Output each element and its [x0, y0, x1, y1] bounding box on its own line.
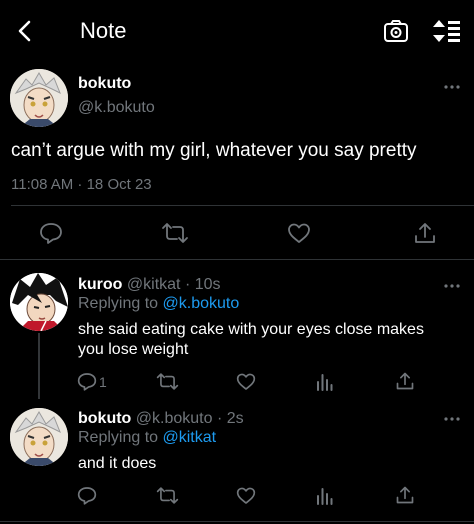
retweet-icon[interactable]	[156, 486, 179, 505]
more-options-icon[interactable]	[442, 414, 464, 424]
share-icon[interactable]	[395, 371, 415, 391]
reply-author-name[interactable]: kuroo	[78, 276, 122, 293]
like-icon[interactable]	[287, 222, 311, 244]
replying-to-link[interactable]: @k.bokuto	[163, 295, 240, 312]
analytics-icon[interactable]	[316, 486, 334, 505]
reply-author-handle[interactable]: @kitkat	[127, 276, 181, 293]
page-title: Note	[80, 18, 127, 43]
retweet-icon[interactable]	[161, 222, 189, 244]
reply-text-line-1: she said eating cake with your eyes clos…	[78, 321, 424, 338]
reply-author-handle[interactable]: @k.bokuto	[136, 410, 213, 427]
reply-text: and it does	[78, 455, 157, 472]
replying-to-line: Replying to @k.bokuto	[78, 295, 239, 313]
reply-icon[interactable]	[77, 486, 97, 505]
sort-icon[interactable]	[432, 18, 462, 44]
share-icon[interactable]	[395, 485, 415, 505]
replying-to-label: Replying to	[78, 295, 159, 312]
divider	[0, 521, 474, 522]
avatar[interactable]	[10, 408, 68, 466]
reply-count: 1	[99, 374, 107, 390]
avatar[interactable]	[10, 273, 68, 331]
back-icon[interactable]	[12, 18, 38, 44]
avatar[interactable]	[10, 69, 68, 127]
camera-icon[interactable]	[383, 19, 409, 43]
replying-to-link[interactable]: @kitkat	[163, 429, 217, 446]
replying-to-label: Replying to	[78, 429, 159, 446]
author-handle[interactable]: @k.bokuto	[78, 99, 155, 117]
share-icon[interactable]	[413, 221, 437, 245]
more-options-icon[interactable]	[442, 82, 464, 92]
divider	[0, 259, 474, 260]
divider	[11, 205, 474, 206]
retweet-icon[interactable]	[156, 372, 179, 391]
like-icon[interactable]	[236, 486, 256, 505]
analytics-icon[interactable]	[316, 372, 334, 391]
reply-text-line-2: you lose weight	[78, 341, 189, 358]
more-options-icon[interactable]	[442, 281, 464, 291]
replying-to-line: Replying to @kitkat	[78, 429, 216, 447]
reply-icon[interactable]	[77, 372, 97, 391]
tweet-timestamp: 11:08 AM · 18 Oct 23	[11, 176, 152, 193]
reply-icon[interactable]	[39, 222, 63, 244]
reply-author-name[interactable]: bokuto	[78, 410, 131, 427]
like-icon[interactable]	[236, 372, 256, 391]
tweet-text: can’t argue with my girl, whatever you s…	[11, 140, 417, 161]
author-display-name[interactable]: bokuto	[78, 75, 131, 93]
thread-connector-line	[38, 333, 40, 399]
reply-time: · 2s	[216, 410, 244, 427]
reply-time: · 10s	[184, 276, 221, 293]
reply-header: bokuto @k.bokuto · 2s	[78, 410, 244, 428]
reply-header: kuroo @kitkat · 10s	[78, 276, 221, 294]
